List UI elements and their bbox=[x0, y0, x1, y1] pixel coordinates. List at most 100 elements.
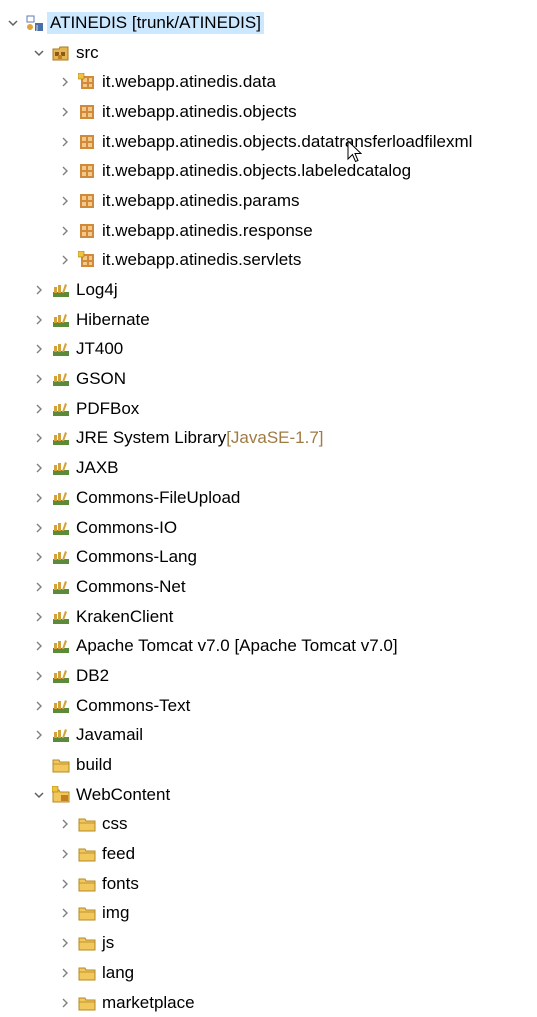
chevron-right-icon[interactable] bbox=[32, 402, 46, 416]
chevron-down-icon[interactable] bbox=[6, 16, 20, 30]
chevron-right-icon[interactable] bbox=[32, 728, 46, 742]
tree-item[interactable]: Hibernate bbox=[0, 305, 537, 335]
tree-item[interactable]: Commons-IO bbox=[0, 513, 537, 543]
tree-item-label: Commons-IO bbox=[76, 517, 178, 537]
tree-item[interactable]: it.webapp.atinedis.data bbox=[0, 67, 537, 97]
tree-item[interactable]: GSON bbox=[0, 364, 537, 394]
chevron-right-icon[interactable] bbox=[58, 817, 72, 831]
chevron-right-icon[interactable] bbox=[58, 194, 72, 208]
chevron-right-icon[interactable] bbox=[58, 906, 72, 920]
tree-item-decoration: [JavaSE-1.7] bbox=[226, 428, 324, 448]
package-icon bbox=[78, 73, 96, 91]
tree-item-label: GSON bbox=[76, 369, 127, 389]
tree-item-label: lang bbox=[102, 962, 135, 982]
tree-item-label: Commons-Text bbox=[76, 695, 191, 715]
tree-item-label: WebContent bbox=[76, 784, 171, 804]
chevron-right-icon[interactable] bbox=[58, 936, 72, 950]
tree-item-label: it.webapp.atinedis.objects.datatransferl… bbox=[102, 131, 473, 151]
tree-item-label: Log4j bbox=[76, 280, 118, 300]
chevron-right-icon[interactable] bbox=[32, 639, 46, 653]
chevron-right-icon[interactable] bbox=[58, 164, 72, 178]
chevron-right-icon[interactable] bbox=[32, 491, 46, 505]
chevron-right-icon[interactable] bbox=[58, 847, 72, 861]
package-icon bbox=[78, 222, 96, 240]
tree-item[interactable]: DB2 bbox=[0, 661, 537, 691]
chevron-down-icon[interactable] bbox=[32, 788, 46, 802]
library-icon bbox=[52, 608, 70, 626]
library-icon bbox=[52, 548, 70, 566]
tree-item[interactable]: marketplace bbox=[0, 988, 537, 1017]
tree-item[interactable]: JAXB bbox=[0, 453, 537, 483]
tree-item[interactable]: Commons-Lang bbox=[0, 542, 537, 572]
tree-item-label: KrakenClient bbox=[76, 606, 174, 626]
chevron-right-icon[interactable] bbox=[32, 580, 46, 594]
tree-item[interactable]: KrakenClient bbox=[0, 602, 537, 632]
chevron-right-icon[interactable] bbox=[58, 75, 72, 89]
library-icon bbox=[52, 489, 70, 507]
library-icon bbox=[52, 697, 70, 715]
chevron-down-icon[interactable] bbox=[32, 46, 46, 60]
chevron-right-icon[interactable] bbox=[32, 283, 46, 297]
tree-item[interactable]: PDFBox bbox=[0, 394, 537, 424]
folder-icon bbox=[52, 785, 70, 804]
tree-item[interactable]: src bbox=[0, 38, 537, 68]
folder-icon bbox=[78, 845, 96, 863]
chevron-right-icon[interactable] bbox=[32, 461, 46, 475]
tree-item[interactable]: JRE System Library [JavaSE-1.7] bbox=[0, 424, 537, 454]
library-icon bbox=[52, 340, 70, 358]
library-icon bbox=[52, 578, 70, 596]
tree-item-label: marketplace bbox=[102, 992, 195, 1012]
tree-item[interactable]: feed bbox=[0, 839, 537, 869]
chevron-right-icon[interactable] bbox=[32, 342, 46, 356]
tree-item[interactable]: it.webapp.atinedis.params bbox=[0, 186, 537, 216]
tree-item-label: it.webapp.atinedis.servlets bbox=[102, 250, 302, 270]
project-label[interactable]: ATINEDIS [trunk/ATINEDIS] bbox=[47, 11, 264, 34]
tree-item[interactable]: Apache Tomcat v7.0 [Apache Tomcat v7.0] bbox=[0, 631, 537, 661]
library-icon bbox=[52, 370, 70, 388]
tree-item[interactable]: it.webapp.atinedis.objects.datatransferl… bbox=[0, 127, 537, 157]
chevron-right-icon[interactable] bbox=[32, 669, 46, 683]
tree-item[interactable]: Javamail bbox=[0, 721, 537, 751]
chevron-right-icon[interactable] bbox=[58, 253, 72, 267]
tree-item[interactable]: JT400 bbox=[0, 335, 537, 365]
tree-item[interactable]: it.webapp.atinedis.objects bbox=[0, 97, 537, 127]
folder-icon bbox=[78, 964, 96, 982]
source-folder-icon bbox=[52, 44, 70, 62]
tree-item-label: JRE System Library bbox=[76, 428, 227, 448]
chevron-right-icon[interactable] bbox=[32, 550, 46, 564]
chevron-right-icon[interactable] bbox=[58, 877, 72, 891]
chevron-right-icon[interactable] bbox=[58, 224, 72, 238]
tree-item[interactable]: fonts bbox=[0, 869, 537, 899]
chevron-right-icon[interactable] bbox=[32, 610, 46, 624]
tree-item[interactable]: WebContent bbox=[0, 780, 537, 810]
chevron-right-icon[interactable] bbox=[58, 996, 72, 1010]
tree-item-label: it.webapp.atinedis.objects bbox=[102, 101, 297, 121]
tree-item[interactable]: it.webapp.atinedis.response bbox=[0, 216, 537, 246]
tree-item[interactable]: lang bbox=[0, 958, 537, 988]
library-icon bbox=[52, 667, 70, 685]
tree-item[interactable]: Commons-Net bbox=[0, 572, 537, 602]
tree-item[interactable]: build bbox=[0, 750, 537, 780]
tree-item-label: js bbox=[102, 933, 115, 953]
chevron-right-icon[interactable] bbox=[32, 313, 46, 327]
chevron-right-icon[interactable] bbox=[32, 521, 46, 535]
chevron-right-icon[interactable] bbox=[58, 105, 72, 119]
folder-icon bbox=[78, 994, 96, 1012]
chevron-right-icon[interactable] bbox=[32, 431, 46, 445]
tree-item[interactable]: Log4j bbox=[0, 275, 537, 305]
library-icon bbox=[52, 281, 70, 299]
chevron-right-icon[interactable] bbox=[32, 699, 46, 713]
chevron-right-icon[interactable] bbox=[58, 135, 72, 149]
tree-item[interactable]: img bbox=[0, 899, 537, 929]
tree-item[interactable]: Commons-FileUpload bbox=[0, 483, 537, 513]
chevron-right-icon[interactable] bbox=[58, 966, 72, 980]
chevron-right-icon[interactable] bbox=[32, 372, 46, 386]
tree-item[interactable]: it.webapp.atinedis.objects.labeledcatalo… bbox=[0, 156, 537, 186]
folder-icon bbox=[78, 934, 96, 952]
tree-item[interactable]: css bbox=[0, 810, 537, 840]
tree-item-label: Hibernate bbox=[76, 309, 150, 329]
tree-item[interactable]: Commons-Text bbox=[0, 691, 537, 721]
tree-item[interactable]: it.webapp.atinedis.servlets bbox=[0, 246, 537, 276]
tree-item[interactable]: js bbox=[0, 928, 537, 958]
tree-root-project[interactable]: J ATINEDIS [trunk/ATINEDIS] bbox=[0, 8, 537, 38]
